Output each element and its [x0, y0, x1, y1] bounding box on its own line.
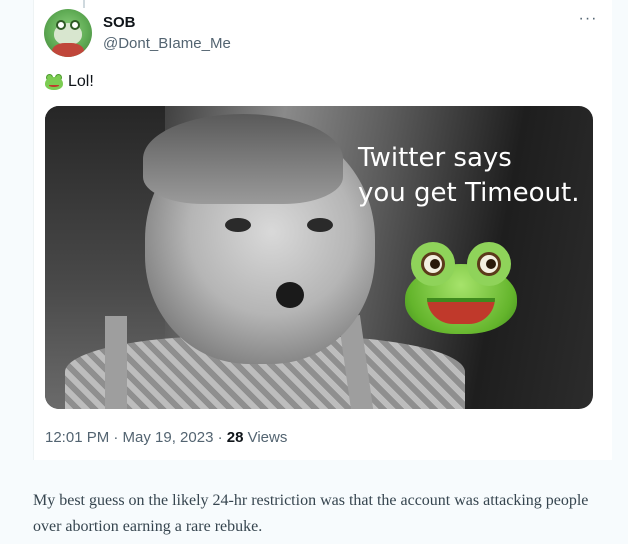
tweet-text: Lol!: [44, 73, 94, 91]
tweet-timestamp[interactable]: 12:01 PM · May 19, 2023 ·: [45, 429, 227, 446]
tweet-metadata: 12:01 PM · May 19, 2023 · 28 Views: [45, 429, 287, 446]
views-count: 28: [226, 429, 244, 446]
frog-face-emoji-icon: [405, 242, 517, 334]
tweet-text-content: Lol!: [68, 73, 94, 90]
media-caption-line-1: Twitter says: [358, 143, 512, 173]
avatar-body: [52, 43, 84, 57]
media-caption-line-2: you get Timeout.: [358, 178, 580, 208]
avatar-eye: [70, 20, 80, 30]
media-caption: Twitter says you get Timeout.: [358, 141, 579, 211]
views-label: Views: [243, 429, 288, 446]
user-handle[interactable]: @Dont_BIame_Me: [103, 35, 231, 52]
article-paragraph: My best guess on the likely 24-hr restri…: [33, 492, 589, 535]
thread-connector-line: [83, 0, 85, 8]
ellipsis-icon: ···: [578, 10, 598, 27]
avatar[interactable]: [44, 9, 92, 57]
avatar-eye: [56, 20, 66, 30]
more-options-button[interactable]: ···: [578, 10, 598, 27]
frog-face-emoji-icon: [44, 73, 64, 91]
display-name[interactable]: SOB: [103, 14, 136, 31]
embedded-tweet[interactable]: SOB @Dont_BIame_Me ··· Lol! Twitter says…: [33, 0, 612, 460]
tweet-media-gif[interactable]: Twitter says you get Timeout.: [45, 106, 593, 409]
